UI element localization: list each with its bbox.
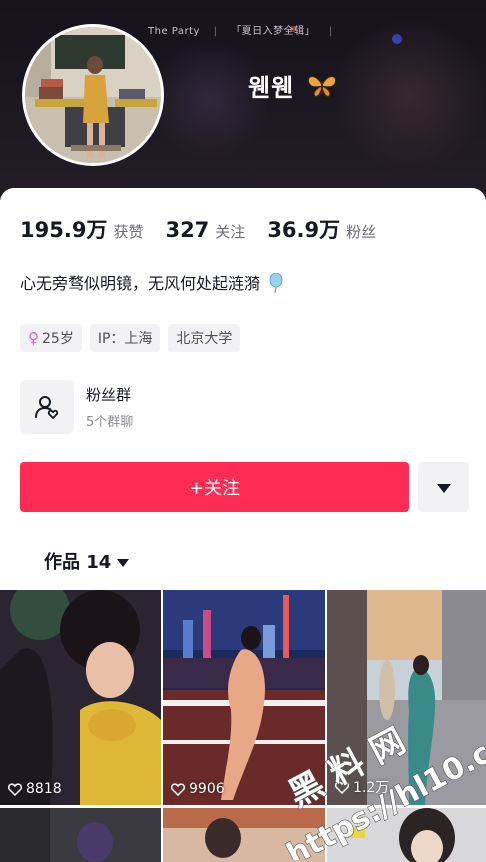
banner-glow <box>330 20 486 170</box>
banner-caption: The Party | 「夏日入梦全辑」 | <box>148 22 343 37</box>
banner-caption-text: The Party <box>148 26 200 37</box>
tag-age-text: 25岁 <box>42 331 74 347</box>
fan-group-title: 粉丝群 <box>86 386 132 404</box>
like-count: 8818 <box>8 781 62 797</box>
stat-followers[interactable]: 36.9万 粉丝 <box>267 214 376 244</box>
stat-label: 获赞 <box>113 223 144 241</box>
balloon-icon <box>267 272 285 297</box>
video-thumbnail[interactable]: 9906 <box>163 590 325 805</box>
stat-value: 195.9万 <box>20 218 108 242</box>
like-count-text: 8818 <box>26 781 62 797</box>
stat-value: 327 <box>165 218 210 242</box>
username: 웬웬 <box>248 68 338 105</box>
group-user-icon <box>20 380 74 434</box>
more-options-button[interactable] <box>418 462 469 512</box>
tag-age: ♀ 25岁 <box>20 324 82 352</box>
follow-button[interactable]: +关注 <box>20 462 409 512</box>
video-thumbnail[interactable]: 8818 <box>0 590 161 805</box>
bio-text: 心无旁骛似明镜，无风何处起涟漪 <box>20 274 261 293</box>
tag-school[interactable]: 北京大学 <box>168 324 241 352</box>
fan-group-text: 粉丝群 5个群聊 <box>86 384 133 430</box>
video-grid: 8818 9906 1.2万 <box>0 590 486 862</box>
female-icon: ♀ <box>28 329 39 347</box>
video-thumbnail[interactable] <box>163 808 325 862</box>
tag-school-text: 北京大学 <box>176 331 233 347</box>
tag-ip-text: IP：上海 <box>97 331 153 347</box>
tab-works[interactable]: 作品 14 <box>44 548 130 574</box>
banner-caption-sep: | <box>213 26 218 37</box>
like-count: 1.2万 <box>335 777 389 797</box>
bio: 心无旁骛似明镜，无风何处起涟漪 <box>20 270 285 297</box>
tag-row: ♀ 25岁 IP：上海 北京大学 <box>20 324 248 352</box>
banner-caption-sep: | <box>328 26 333 37</box>
triangle-down-icon <box>436 478 451 497</box>
banner-caption-text: 「夏日入梦全辑」 <box>231 26 316 37</box>
caret-down-icon <box>117 551 130 572</box>
fan-group-subtitle: 5个群聊 <box>86 415 134 430</box>
tab-works-label: 作品 14 <box>44 552 112 573</box>
heart-icon <box>335 780 349 794</box>
video-thumbnail[interactable] <box>327 808 486 862</box>
like-count: 9906 <box>171 781 225 797</box>
stat-likes[interactable]: 195.9万 获赞 <box>20 214 143 244</box>
username-text: 웬웬 <box>248 74 295 102</box>
fan-group-entry[interactable]: 粉丝群 5个群聊 <box>20 380 133 434</box>
stat-value: 36.9万 <box>267 218 341 242</box>
stat-following[interactable]: 327 关注 <box>165 218 245 242</box>
stat-label: 关注 <box>215 223 246 241</box>
heart-icon <box>8 782 22 796</box>
video-thumbnail[interactable]: 1.2万 <box>327 590 486 805</box>
butterfly-icon <box>306 73 338 105</box>
tag-ip: IP：上海 <box>89 324 161 352</box>
profile-banner: The Party | 「夏日入梦全辑」 | 웬웬 <box>0 0 486 200</box>
video-thumbnail[interactable] <box>0 808 161 862</box>
banner-light <box>392 34 402 44</box>
like-count-text: 1.2万 <box>353 780 390 796</box>
follow-button-label: +关注 <box>188 478 241 499</box>
stat-label: 粉丝 <box>346 223 377 241</box>
stats-row: 195.9万 获赞 327 关注 36.9万 粉丝 <box>20 214 398 244</box>
heart-icon <box>171 782 185 796</box>
like-count-text: 9906 <box>189 781 225 797</box>
avatar[interactable] <box>22 24 164 166</box>
